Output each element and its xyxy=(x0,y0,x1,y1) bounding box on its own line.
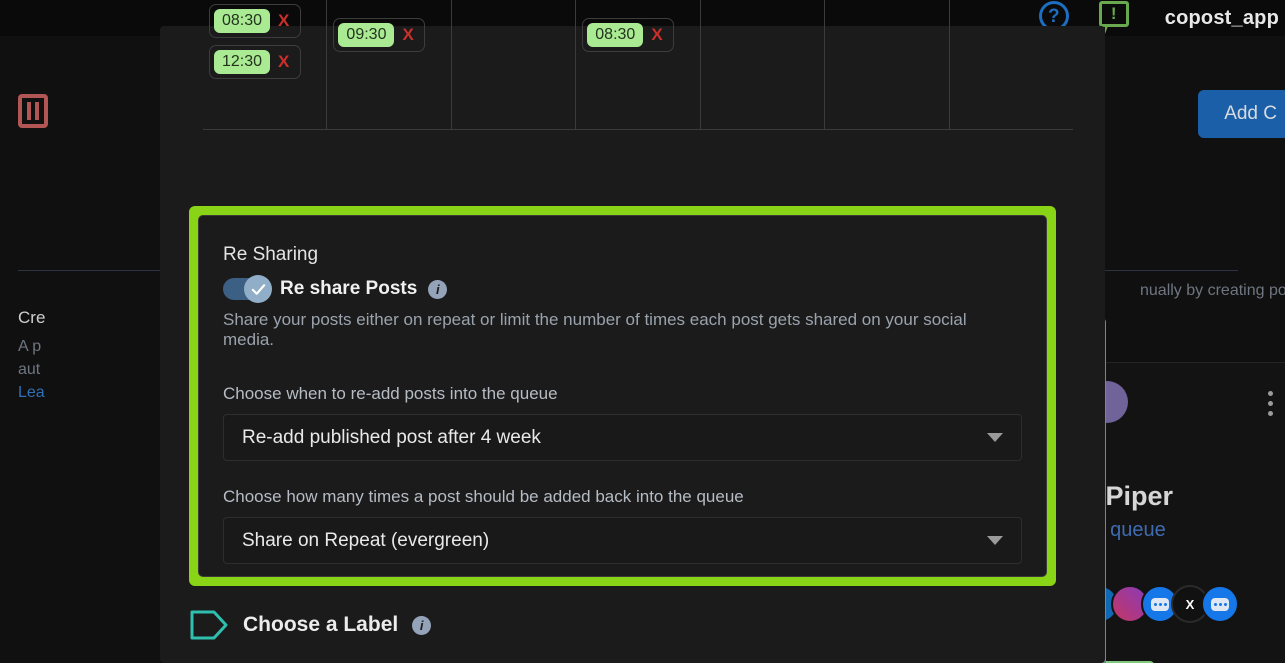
check-icon xyxy=(251,283,265,295)
reshare-toggle[interactable] xyxy=(223,275,272,303)
readd-timing-select[interactable]: Re-add published post after 4 week xyxy=(223,414,1022,461)
schedule-column: 09:30 X xyxy=(327,0,452,129)
tag-icon xyxy=(189,608,229,642)
more-options-icon[interactable] xyxy=(1268,391,1273,421)
readd-timing-value: Re-add published post after 4 week xyxy=(242,426,541,448)
social-icons-row: in X xyxy=(1081,585,1239,623)
pause-icon[interactable] xyxy=(18,94,48,128)
account-name[interactable]: copost_app xyxy=(1165,7,1279,30)
resharing-description: Share your posts either on repeat or lim… xyxy=(223,310,967,349)
schedule-column: 08:30 X xyxy=(576,0,701,129)
feedback-icon[interactable]: ! xyxy=(1098,1,1129,34)
time-chip: 08:30 xyxy=(214,9,271,33)
schedule-column xyxy=(701,0,826,129)
readd-count-value: Share on Repeat (evergreen) xyxy=(242,529,490,551)
info-icon[interactable]: i xyxy=(412,615,432,635)
label-section: Choose a Label i Click here to Create a … xyxy=(189,608,1056,663)
add-button[interactable]: Add C xyxy=(1198,90,1285,138)
reshare-toggle-row[interactable]: Re share Posts i xyxy=(223,275,1022,303)
time-slot[interactable]: 12:30 X xyxy=(209,45,301,79)
remove-slot-icon[interactable]: X xyxy=(278,11,289,31)
label-header: Choose a Label i xyxy=(189,608,1056,642)
schedule-grid: 08:30 X 12:30 X 09:30 X 08:30 X xyxy=(203,0,1073,130)
messenger-icon xyxy=(1201,585,1239,623)
time-chip: 08:30 xyxy=(587,23,644,47)
chevron-down-icon xyxy=(987,433,1003,442)
intro-sub-right: nually by creating post xyxy=(1140,282,1285,299)
resharing-title: Re Sharing xyxy=(223,244,319,265)
readd-timing-label: Choose when to re-add posts into the que… xyxy=(223,384,558,403)
app-root: ? ! copost_app Cre A p aut Lea nually by… xyxy=(0,0,1285,663)
time-chip: 12:30 xyxy=(214,50,271,74)
readd-count-label: Choose how many times a post should be a… xyxy=(223,487,744,506)
toggle-knob xyxy=(244,275,272,303)
label-section-title: Choose a Label xyxy=(243,613,399,636)
time-slot[interactable]: 09:30 X xyxy=(333,18,426,52)
schedule-column xyxy=(825,0,950,129)
schedule-column: 08:30 X 12:30 X xyxy=(203,0,328,129)
modal-scroll-area: Re Sharing Re share Posts i Share your p… xyxy=(160,130,1105,663)
learn-more-link[interactable]: Lea xyxy=(18,384,45,402)
remove-slot-icon[interactable]: X xyxy=(278,52,289,72)
readd-count-select[interactable]: Share on Repeat (evergreen) xyxy=(223,517,1022,564)
reshare-toggle-label: Re share Posts xyxy=(280,278,418,299)
time-slot[interactable]: 08:30 X xyxy=(209,4,301,38)
schedule-column xyxy=(452,0,577,129)
time-chip: 09:30 xyxy=(338,23,395,47)
chevron-down-icon xyxy=(987,536,1003,545)
resharing-section-highlight: Re Sharing Re share Posts i Share your p… xyxy=(189,206,1056,586)
info-icon[interactable]: i xyxy=(428,279,448,299)
resharing-card: Re Sharing Re share Posts i Share your p… xyxy=(198,215,1047,577)
schedule-column xyxy=(950,0,1073,129)
settings-modal: 08:30 X 12:30 X 09:30 X 08:30 X Re Shari… xyxy=(160,0,1105,663)
time-slot[interactable]: 08:30 X xyxy=(582,18,675,52)
remove-slot-icon[interactable]: X xyxy=(651,25,662,45)
remove-slot-icon[interactable]: X xyxy=(402,25,413,45)
